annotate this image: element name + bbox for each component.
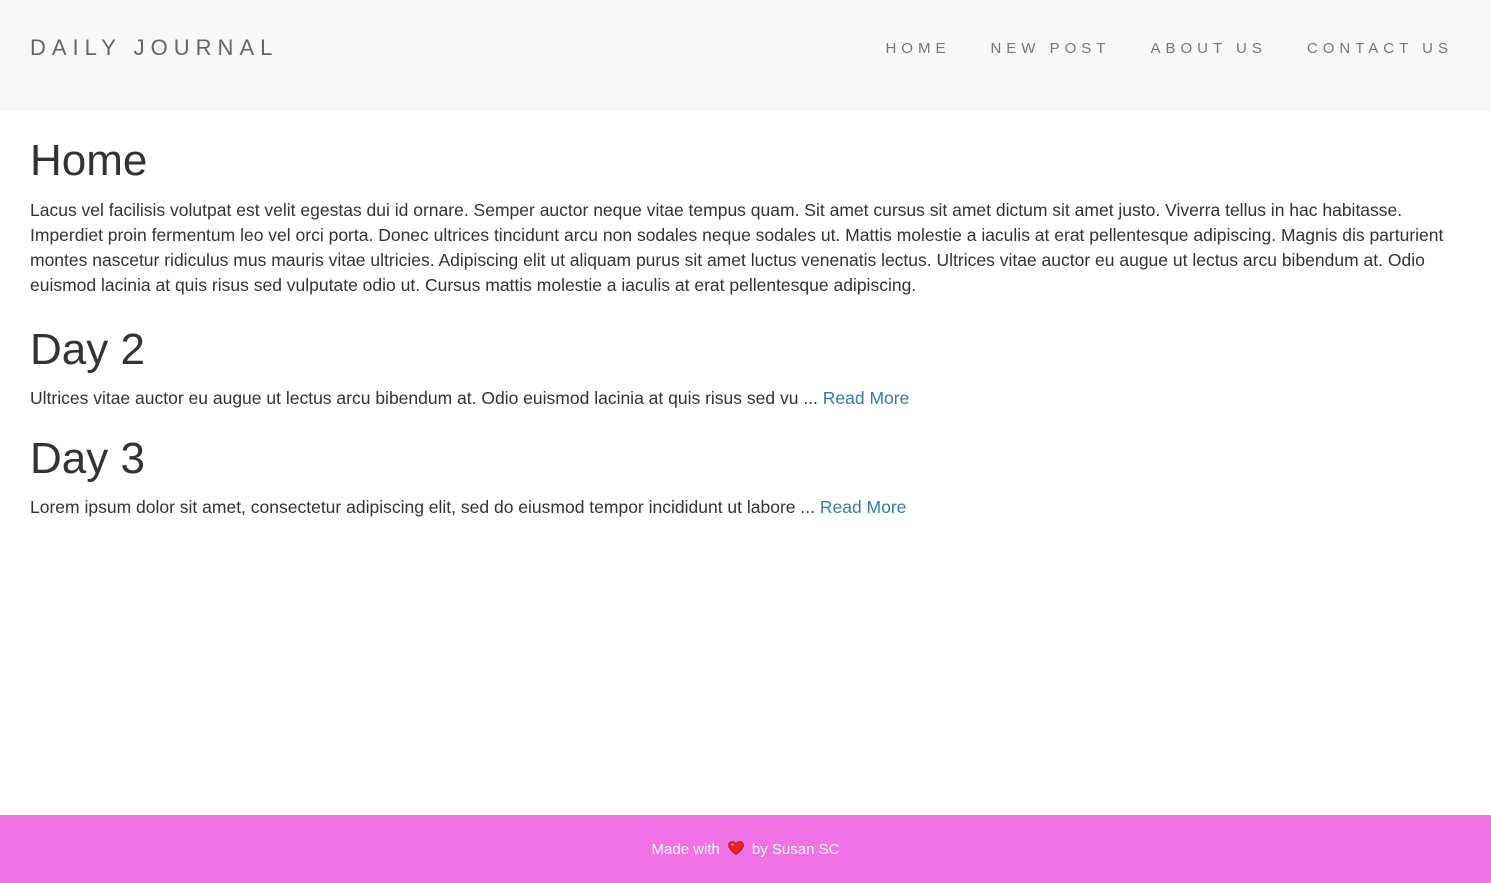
footer: Made with by Susan SC (0, 815, 1491, 883)
nav-item-home: HOME (885, 40, 950, 58)
nav-item-new-post: NEW POST (990, 40, 1110, 58)
intro-paragraph: Lacus vel facilisis volutpat est velit e… (30, 200, 1444, 295)
post-day-2: Day 2 Ultrices vitae auctor eu augue ut … (30, 325, 1461, 411)
nav-item-about-us: ABOUT US (1150, 40, 1266, 58)
post-day-3: Day 3 Lorem ipsum dolor sit amet, consec… (30, 434, 1461, 520)
post-title: Day 3 (30, 434, 145, 483)
read-more-link[interactable]: Read More (823, 388, 910, 408)
nav-item-contact-us: CONTACT US (1307, 40, 1453, 58)
post-excerpt: Ultrices vitae auctor eu augue ut lectus… (30, 386, 1461, 411)
read-more-link[interactable]: Read More (820, 497, 907, 517)
brand-link[interactable]: DAILY JOURNAL (30, 35, 278, 61)
post-title: Day 2 (30, 325, 145, 374)
nav-link-about-us[interactable]: ABOUT US (1150, 40, 1266, 58)
nav-links: HOME NEW POST ABOUT US CONTACT US (845, 40, 1453, 58)
page-title: Home (30, 136, 148, 185)
nav-link-new-post[interactable]: NEW POST (990, 40, 1110, 58)
footer-prefix: Made with (651, 840, 720, 858)
footer-suffix: by Susan SC (751, 840, 840, 858)
post-excerpt-text: Lorem ipsum dolor sit amet, consectetur … (30, 497, 820, 517)
post-excerpt: Lorem ipsum dolor sit amet, consectetur … (30, 495, 1461, 520)
nav-link-contact-us[interactable]: CONTACT US (1307, 40, 1453, 58)
heart-icon (728, 841, 744, 855)
post-excerpt-text: Ultrices vitae auctor eu augue ut lectus… (30, 388, 823, 408)
navbar: DAILY JOURNAL HOME NEW POST ABOUT US CON… (0, 0, 1491, 111)
main-content: Home Lacus vel facilisis volutpat est ve… (30, 136, 1461, 520)
nav-link-home[interactable]: HOME (885, 40, 950, 58)
